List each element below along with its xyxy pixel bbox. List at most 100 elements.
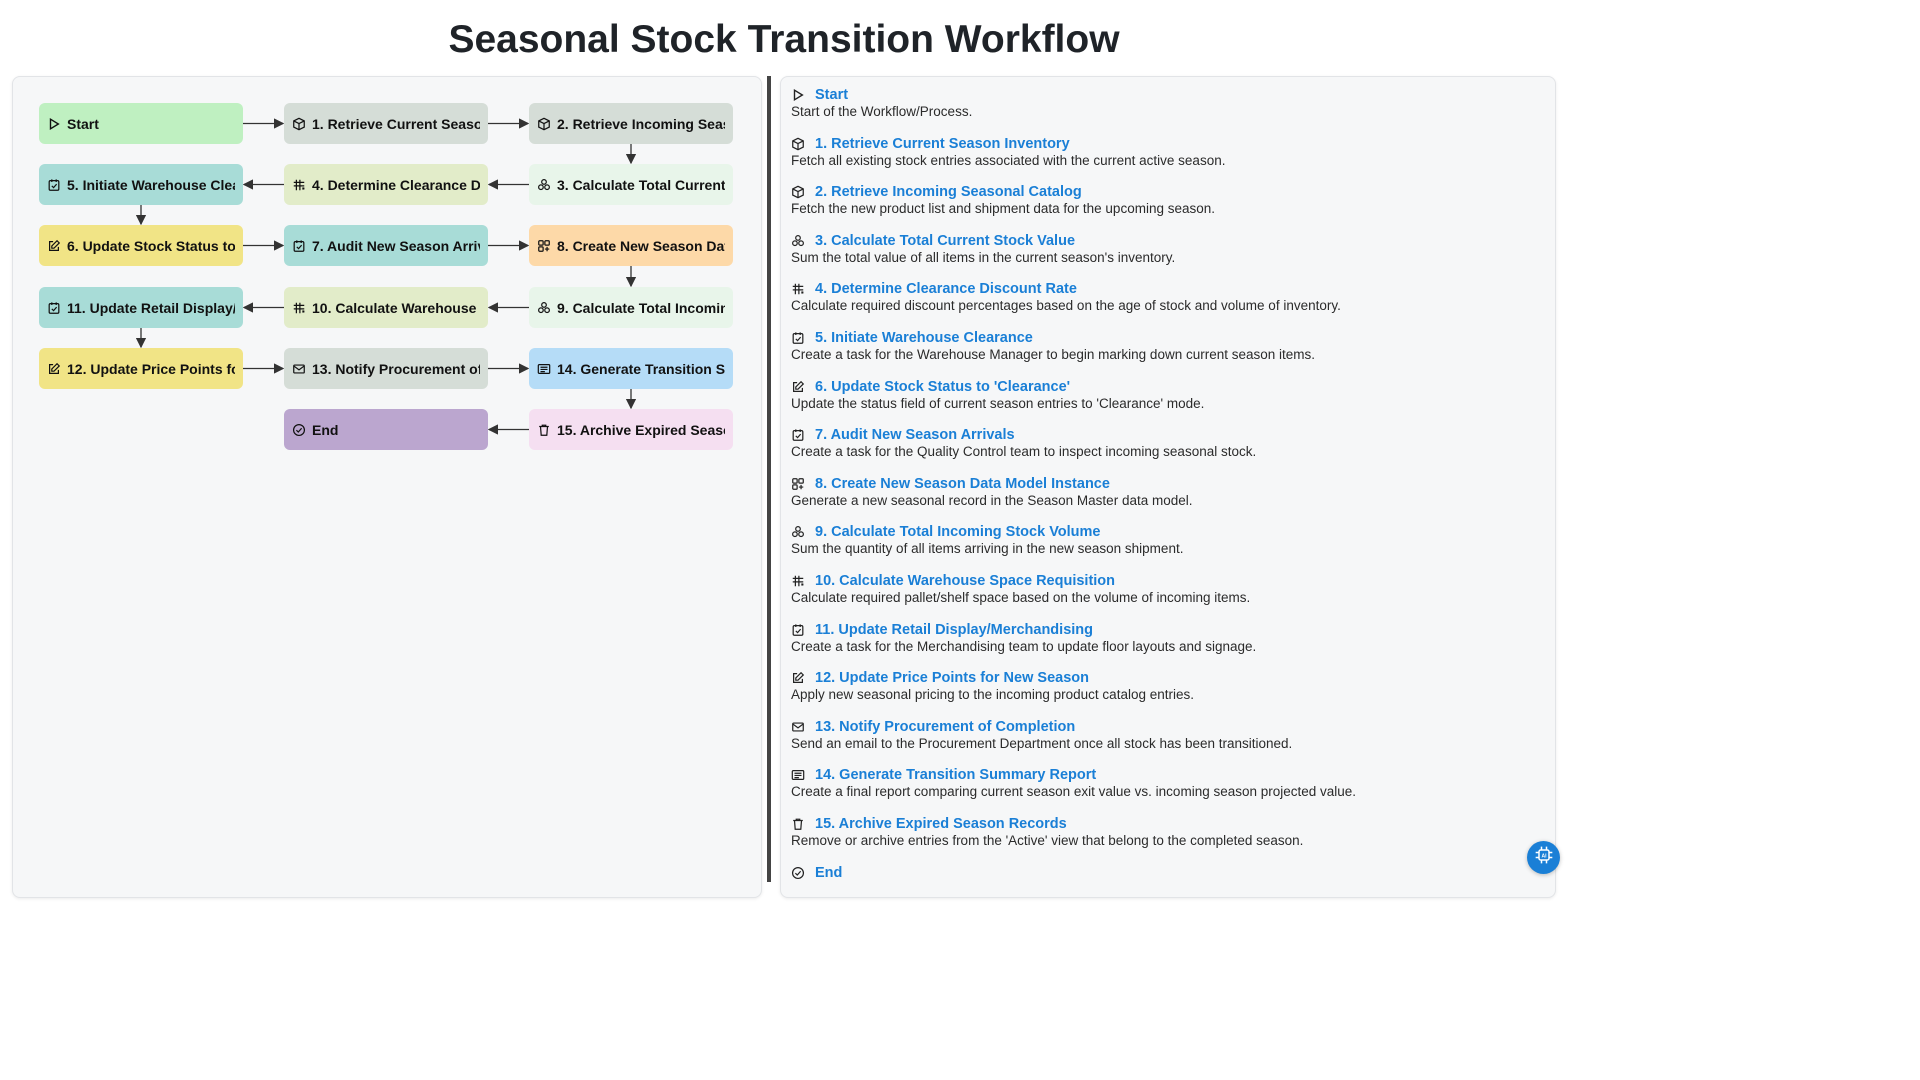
ai-chip-icon: AI [1534,845,1554,870]
legend-item-header: 3. Calculate Total Current Stock Value [791,233,1541,249]
legend-item: 2. Retrieve Incoming Seasonal Catalog Fet… [791,184,1541,233]
flow-node-s4[interactable]: 4. Determine Clearance Dis [284,164,488,205]
step-legend-panel: Start Start of the Workflow/Process. 1. Re… [780,76,1556,898]
legend-item-title-link[interactable]: End [815,865,842,881]
task-check-icon [47,178,61,192]
step-legend-list: Start Start of the Workflow/Process. 1. Re… [791,87,1541,913]
flow-node-s8[interactable]: 8. Create New Season Data [529,225,733,266]
legend-item-description: Calculate required pallet/shelf space ba… [791,589,1251,605]
play-icon [791,88,805,102]
legend-item-description: Calculate required discount percentages … [791,298,1341,314]
flow-node-end[interactable]: End [284,409,488,450]
flow-node-s6[interactable]: 6. Update Stock Status to '( [39,225,243,266]
flow-node-label: Start [67,115,99,132]
calculate-icon [791,525,805,539]
mail-icon [292,362,306,376]
legend-item-header: 15. Archive Expired Season Records [791,816,1541,832]
ai-assistant-button[interactable]: AI [1527,841,1560,874]
legend-item: 14. Generate Transition Summary Report Cr… [791,767,1541,816]
flow-node-s12[interactable]: 12. Update Price Points for [39,348,243,389]
legend-item-title-link[interactable]: 9. Calculate Total Incoming Stock Volume [815,524,1101,540]
legend-item: 13. Notify Procurement of Completion Send… [791,719,1541,768]
legend-item: End [791,865,1541,914]
edit-icon [791,380,805,394]
legend-item-description: Fetch all existing stock entries associa… [791,152,1226,168]
legend-item-description: Create a final report comparing current … [791,784,1357,800]
legend-item-title-link[interactable]: 12. Update Price Points for New Season [815,670,1089,686]
legend-item-header: 8. Create New Season Data Model Instance [791,476,1541,492]
legend-item-header: 1. Retrieve Current Season Inventory [791,136,1541,152]
flow-node-label: 15. Archive Expired Seasor [557,421,725,438]
legend-item-title-link[interactable]: 8. Create New Season Data Model Instance [815,476,1110,492]
flow-node-s11[interactable]: 11. Update Retail Display/M [39,287,243,328]
svg-text:AI: AI [1541,854,1547,860]
box-icon [791,185,805,199]
legend-item-title-link[interactable]: 1. Retrieve Current Season Inventory [815,136,1070,152]
flow-node-s3[interactable]: 3. Calculate Total Current S [529,164,733,205]
legend-item-header: Start [791,87,1541,103]
legend-item-title-link[interactable]: 7. Audit New Season Arrivals [815,427,1015,443]
calculate-icon [537,178,551,192]
flow-node-label: 5. Initiate Warehouse Clear [67,176,235,193]
legend-item-title-link[interactable]: 13. Notify Procurement of Completion [815,719,1075,735]
task-check-icon [47,301,61,315]
legend-item: 12. Update Price Points for New Season Ap… [791,670,1541,719]
flow-node-s10[interactable]: 10. Calculate Warehouse S| [284,287,488,328]
legend-item-header: End [791,865,1541,881]
grid-plus-icon [791,477,805,491]
legend-item-header: 13. Notify Procurement of Completion [791,719,1541,735]
legend-item-description: Create a task for the Warehouse Manager … [791,346,1316,362]
legend-item-title-link[interactable]: 5. Initiate Warehouse Clearance [815,330,1033,346]
flow-node-s14[interactable]: 14. Generate Transition Sur [529,348,733,389]
legend-item-title-link[interactable]: 2. Retrieve Incoming Seasonal Catalog [815,184,1082,200]
flow-node-s2[interactable]: 2. Retrieve Incoming Seasc [529,103,733,144]
flow-node-label: 13. Notify Procurement of ( [312,360,480,377]
flow-node-label: 2. Retrieve Incoming Seasc [557,115,725,132]
legend-item-description: Start of the Workflow/Process. [791,104,973,119]
legend-item-description: Create a task for the Merchandising team… [791,638,1257,654]
calculate-icon [791,234,805,248]
legend-item: 4. Determine Clearance Discount Rate Calc… [791,281,1541,330]
task-check-icon [791,428,805,442]
flow-node-s1[interactable]: 1. Retrieve Current Season [284,103,488,144]
legend-item: 3. Calculate Total Current Stock Value Su… [791,233,1541,282]
legend-item-title-link[interactable]: 6. Update Stock Status to 'Clearance' [815,379,1070,395]
legend-item-title-link[interactable]: 3. Calculate Total Current Stock Value [815,233,1075,249]
grid-plus-icon [537,239,551,253]
task-check-icon [791,623,805,637]
legend-item-header: 10. Calculate Warehouse Space Requisitio… [791,573,1541,589]
flow-node-s5[interactable]: 5. Initiate Warehouse Clear [39,164,243,205]
trash-icon [791,817,805,831]
panel-divider[interactable] [767,76,771,882]
flow-node-label: 9. Calculate Total Incoming [557,299,725,316]
legend-item-description: Fetch the new product list and shipment … [791,201,1215,217]
report-icon [537,362,551,376]
legend-item-title-link[interactable]: 15. Archive Expired Season Records [815,816,1067,832]
legend-item-header: 9. Calculate Total Incoming Stock Volume [791,524,1541,540]
check-circle-icon [292,423,306,437]
legend-item-title-link[interactable]: Start [815,87,848,103]
legend-item-header: 14. Generate Transition Summary Report [791,767,1541,783]
legend-item: 11. Update Retail Display/Merchandising C… [791,622,1541,671]
legend-item-title-link[interactable]: 4. Determine Clearance Discount Rate [815,281,1077,297]
legend-item: 10. Calculate Warehouse Space Requisitio… [791,573,1541,622]
legend-item-header: 6. Update Stock Status to 'Clearance' [791,379,1541,395]
flow-node-s7[interactable]: 7. Audit New Season Arriva [284,225,488,266]
flow-node-label: 11. Update Retail Display/M [67,299,235,316]
legend-item-title-link[interactable]: 10. Calculate Warehouse Space Requisitio… [815,573,1115,589]
play-icon [47,117,61,131]
page-title: Seasonal Stock Transition Workflow [448,18,1120,61]
flow-node-s13[interactable]: 13. Notify Procurement of ( [284,348,488,389]
legend-item-description: Sum the quantity of all items arriving i… [791,541,1184,557]
flow-node-s9[interactable]: 9. Calculate Total Incoming [529,287,733,328]
legend-item-title-link[interactable]: 11. Update Retail Display/Merchandising [815,622,1093,638]
edit-icon [47,239,61,253]
legend-item-title-link[interactable]: 14. Generate Transition Summary Report [815,767,1096,783]
legend-item-header: 5. Initiate Warehouse Clearance [791,330,1541,346]
flow-node-s15[interactable]: 15. Archive Expired Seasor [529,409,733,450]
edit-icon [791,671,805,685]
flow-node-start[interactable]: Start [39,103,243,144]
flow-node-label: 1. Retrieve Current Season [312,115,480,132]
calculate-icon [537,301,551,315]
mail-icon [791,720,805,734]
